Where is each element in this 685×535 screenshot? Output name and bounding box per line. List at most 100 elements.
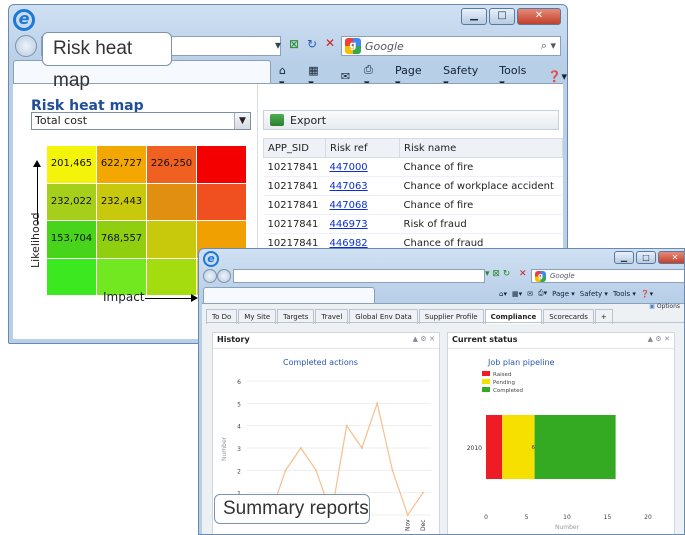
heatmap-cell[interactable]: 622,727	[97, 146, 146, 183]
table-row[interactable]: 10217841 447068 Chance of fire	[263, 195, 563, 215]
data-point[interactable]	[391, 469, 394, 472]
data-point[interactable]	[376, 402, 379, 405]
chevron-down-icon[interactable]: ▼	[234, 113, 250, 129]
address-dropdown-icon[interactable]: ▾	[275, 38, 281, 52]
data-point[interactable]	[345, 424, 348, 427]
data-point[interactable]	[422, 491, 424, 494]
search-icon[interactable]: ⌕ ▾	[541, 39, 556, 53]
print-icon[interactable]: ⎙▾	[538, 289, 547, 298]
mail-icon[interactable]: ✉	[527, 290, 533, 298]
tools-menu[interactable]: Tools ▾	[613, 290, 636, 298]
arrow-up-icon	[33, 160, 41, 167]
chart-title: Completed actions	[283, 358, 358, 367]
help-icon[interactable]: ❓▾	[548, 70, 567, 83]
mail-icon[interactable]: ✉	[341, 70, 350, 83]
y-tick-label: 3	[237, 446, 241, 453]
compat-icon[interactable]: ⊠	[289, 37, 299, 51]
col-risk-ref[interactable]: Risk ref	[325, 138, 400, 158]
compat-icon[interactable]: ▾ ⊠ ↻	[485, 269, 510, 279]
legend-swatch	[482, 379, 490, 384]
ie-logo-icon: e	[203, 251, 219, 267]
table-row[interactable]: 10217841 446973 Risk of fraud	[263, 214, 563, 234]
stop-icon[interactable]: ✕	[519, 269, 527, 279]
risk-ref-link[interactable]: 447063	[325, 176, 400, 196]
minimize-icon[interactable]: ▁	[614, 251, 634, 264]
browser-tab[interactable]	[203, 287, 375, 303]
search-placeholder: Google	[365, 39, 404, 53]
google-icon: g	[535, 270, 546, 282]
panel-controls-icon[interactable]: ▲ ⚙ ✕	[413, 335, 435, 343]
job-plan-pipeline-chart: Job plan pipeline Raised Pending Completed 2…	[467, 358, 652, 531]
safety-menu[interactable]: Safety ▾	[580, 290, 608, 298]
minimize-icon[interactable]: ▁	[461, 8, 487, 25]
heatmap-cell[interactable]: 232,443	[97, 183, 146, 220]
panel-controls-icon[interactable]: ▲ ⚙ ✕	[648, 335, 670, 343]
data-point[interactable]	[406, 514, 409, 516]
col-app-sid[interactable]: APP_SID	[263, 138, 326, 158]
data-point[interactable]	[284, 469, 287, 472]
heatmap-cell[interactable]: 768,557	[97, 221, 146, 258]
bar-segment[interactable]	[502, 415, 535, 479]
back-icon[interactable]	[15, 35, 37, 57]
heatmap-cell[interactable]	[147, 183, 196, 220]
callout-risk-heat-map: Risk heat map	[42, 32, 172, 91]
ie-logo-icon: e	[13, 9, 35, 31]
risk-name-cell: Chance of workplace accident	[399, 176, 563, 196]
risk-ref-link[interactable]: 446973	[325, 214, 400, 234]
options-label: Options	[656, 303, 680, 310]
feeds-icon[interactable]: ▦▾	[512, 290, 522, 298]
close-icon[interactable]: ✕	[658, 251, 684, 264]
heatmap-cell[interactable]: 226,250	[147, 146, 196, 183]
heatmap-cell[interactable]	[197, 183, 246, 220]
refresh-icon[interactable]: ↻	[307, 37, 317, 51]
options-icon: ▣	[649, 303, 655, 310]
data-point[interactable]	[299, 447, 302, 449]
search-box[interactable]: g Google ⌕ ▾	[341, 36, 561, 56]
address-bar[interactable]	[233, 269, 485, 283]
export-label: Export	[290, 113, 327, 127]
x-axis-label: Number	[555, 524, 580, 531]
data-point[interactable]	[315, 469, 318, 472]
chart-title: Job plan pipeline	[487, 358, 555, 367]
bar-segment[interactable]	[486, 415, 503, 479]
heatmap-cell[interactable]: 153,704	[47, 221, 96, 258]
search-box[interactable]: g Google	[531, 269, 684, 283]
data-point[interactable]	[360, 447, 363, 449]
history-panel-header: History ▲ ⚙ ✕	[213, 333, 439, 349]
help-icon[interactable]: ❓▾	[641, 290, 653, 298]
close-icon[interactable]: ✕	[517, 8, 561, 25]
bar-segment[interactable]	[534, 415, 616, 479]
measure-select[interactable]: Total cost ▼	[31, 112, 251, 130]
y-category-label: 2010	[467, 445, 482, 452]
maximize-icon[interactable]: □	[489, 8, 515, 25]
risk-ref-link[interactable]: 447000	[325, 157, 400, 177]
page-menu[interactable]: Page ▾	[552, 290, 575, 298]
risk-name-cell: Chance of fire	[399, 195, 563, 215]
y-tick-label: 5	[237, 401, 241, 408]
maximize-icon[interactable]: □	[636, 251, 656, 264]
home-icon[interactable]: ⌂▾	[499, 290, 507, 298]
x-tick-label: 10	[563, 514, 571, 521]
export-button[interactable]: Export	[263, 110, 559, 130]
heatmap-cell[interactable]	[47, 258, 96, 295]
options-link[interactable]: ▣ Options	[649, 303, 680, 310]
risk-ref-link[interactable]: 447068	[325, 195, 400, 215]
likelihood-label: Likelihood	[29, 212, 42, 268]
stop-icon[interactable]: ✕	[325, 36, 335, 50]
forward-icon[interactable]	[217, 269, 231, 283]
back-icon[interactable]	[203, 269, 217, 283]
impact-axis-arrow	[145, 298, 193, 299]
impact-label: Impact	[103, 290, 145, 304]
app-sid-cell: 10217841	[263, 195, 326, 215]
heatmap-cell[interactable]	[197, 146, 246, 183]
table-row[interactable]: 10217841 447063 Chance of workplace accide…	[263, 176, 563, 196]
current-status-panel: Current status ▲ ⚙ ✕ Job plan pipeline Ra…	[447, 332, 675, 534]
heatmap-cell[interactable]: 201,465	[47, 146, 96, 183]
heatmap-cell[interactable]	[147, 258, 196, 295]
col-risk-name[interactable]: Risk name	[399, 138, 563, 158]
y-tick-label: 4	[237, 424, 241, 431]
heatmap-cell[interactable]	[147, 221, 196, 258]
heatmap-cell[interactable]: 232,022	[47, 183, 96, 220]
table-row[interactable]: 10217841 447000 Chance of fire	[263, 157, 563, 177]
window-controls: ▁ □ ✕	[614, 251, 684, 264]
